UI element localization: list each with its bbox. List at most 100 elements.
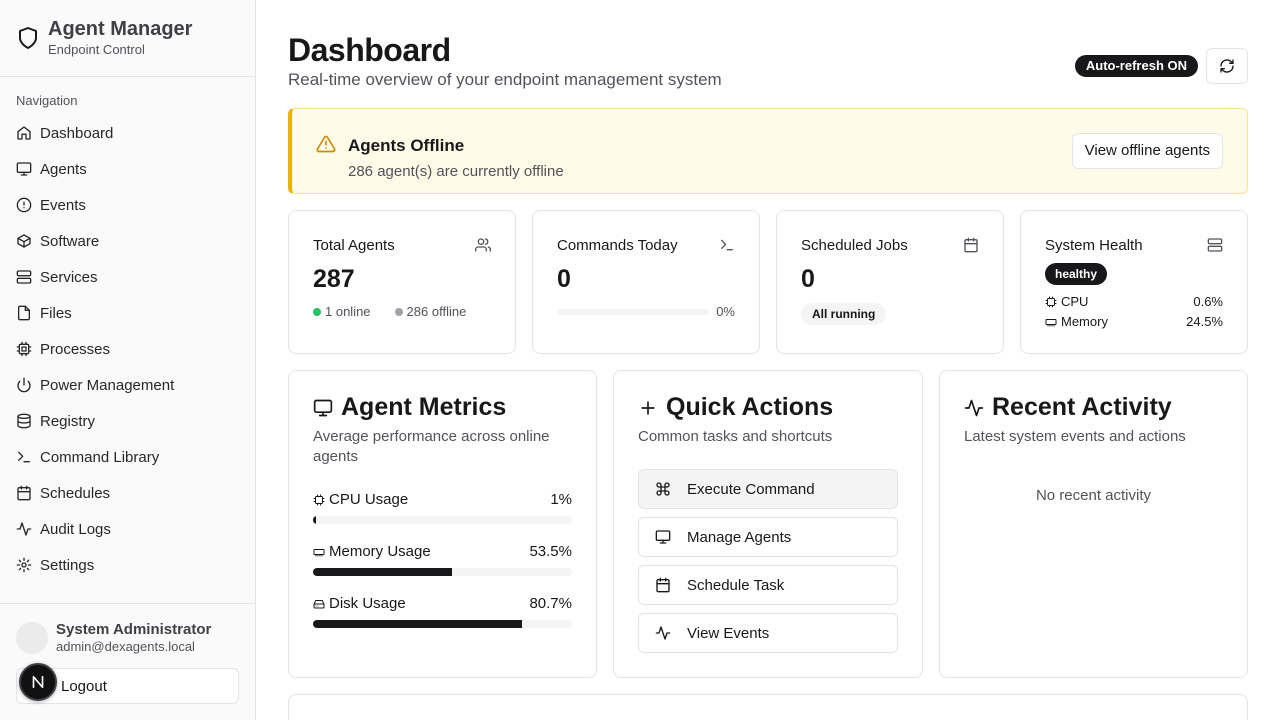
metric-label: Disk Usage	[329, 595, 406, 612]
stat-value: 287	[313, 265, 355, 293]
panel-header: Agent Metrics	[313, 393, 506, 422]
offline-dot	[394, 308, 403, 316]
sidebar-item-events[interactable]: Events	[8, 187, 248, 223]
power-icon	[17, 377, 31, 393]
sidebar-item-files[interactable]: Files	[8, 295, 248, 331]
refresh-button[interactable]	[1206, 48, 1248, 84]
users-icon	[475, 238, 491, 252]
quick-action-label: Schedule Task	[687, 576, 785, 594]
sidebar-item-label: Audit Logs	[40, 520, 111, 538]
scheduled-jobs-card: Scheduled Jobs 0 All running	[776, 210, 1004, 354]
panel-title: Recent Activity	[992, 393, 1172, 421]
panel-title: Quick Actions	[666, 393, 834, 421]
view-events-button[interactable]: View Events	[638, 613, 898, 653]
commands-percent: 0%	[716, 304, 735, 319]
sidebar-item-software[interactable]: Software	[8, 223, 248, 259]
cpu-usage-fill	[313, 516, 316, 524]
health-status-badge: healthy	[1045, 263, 1108, 285]
memory-usage-metric: Memory Usage 53.5%	[313, 543, 572, 576]
sidebar-item-agents[interactable]: Agents	[8, 151, 248, 187]
commands-today-card: Commands Today 0 0%	[532, 210, 760, 354]
sidebar-footer: System Administrator admin@dexagents.loc…	[0, 603, 255, 720]
next-logo-icon	[32, 675, 44, 689]
disk-usage-fill	[313, 620, 522, 628]
alert-description: 286 agent(s) are currently offline	[348, 163, 564, 180]
sidebar: Agent Manager Endpoint Control Navigatio…	[0, 0, 256, 720]
metric-label: CPU Usage	[329, 491, 409, 508]
refresh-icon	[1220, 59, 1234, 73]
user-info: System Administrator admin@dexagents.loc…	[16, 621, 211, 655]
view-offline-agents-button[interactable]: View offline agents	[1071, 133, 1223, 169]
server-icon	[16, 270, 32, 284]
metric-label: Memory Usage	[329, 543, 431, 560]
bottom-card	[288, 694, 1248, 720]
logout-label: Logout	[61, 677, 107, 695]
sidebar-item-label: Services	[40, 268, 98, 286]
calendar-icon	[656, 577, 670, 593]
sidebar-item-label: Processes	[40, 340, 111, 358]
schedule-task-button[interactable]: Schedule Task	[638, 565, 898, 605]
home-icon	[17, 126, 31, 140]
stat-value: 0	[557, 265, 571, 293]
panel-subtitle: Latest system events and actions	[964, 428, 1186, 445]
activity-icon	[16, 522, 32, 536]
memory-icon	[313, 548, 325, 556]
cpu-icon	[1045, 296, 1057, 307]
metric-value: 53.5%	[529, 543, 572, 560]
brand[interactable]: Agent Manager Endpoint Control	[0, 0, 255, 77]
sidebar-item-settings[interactable]: Settings	[8, 547, 248, 583]
sidebar-item-label: Power Management	[40, 376, 175, 394]
sidebar-item-registry[interactable]: Registry	[8, 403, 248, 439]
total-agents-card: Total Agents 287 1 online 286 offline	[288, 210, 516, 354]
activity-icon	[964, 399, 984, 416]
sidebar-item-label: Files	[40, 304, 72, 322]
health-cpu-row: CPU 0.6%	[1045, 294, 1223, 309]
sidebar-item-schedules[interactable]: Schedules	[8, 475, 248, 511]
commands-progress-bar	[557, 309, 708, 315]
agent-status-legend: 1 online 286 offline	[313, 304, 466, 319]
sidebar-item-audit-logs[interactable]: Audit Logs	[8, 511, 248, 547]
sidebar-item-label: Events	[40, 196, 86, 214]
nav-label: Navigation	[16, 93, 78, 108]
user-name: System Administrator	[56, 621, 212, 638]
sidebar-item-label: Command Library	[40, 448, 160, 466]
auto-refresh-badge[interactable]: Auto-refresh ON	[1074, 55, 1198, 77]
sidebar-item-power-management[interactable]: Power Management	[8, 367, 248, 403]
agent-metrics-panel: Agent Metrics Average performance across…	[288, 370, 597, 678]
sidebar-item-processes[interactable]: Processes	[8, 331, 248, 367]
sidebar-item-command-library[interactable]: Command Library	[8, 439, 248, 475]
database-icon	[17, 413, 31, 429]
health-memory-label: Memory	[1061, 314, 1108, 329]
stat-title: Commands Today	[557, 237, 678, 254]
cpu-usage-metric: CPU Usage 1%	[313, 491, 572, 524]
manage-agents-button[interactable]: Manage Agents	[638, 517, 898, 557]
monitor-icon	[313, 399, 333, 416]
stat-title: Total Agents	[313, 237, 395, 254]
quick-actions-panel: Quick Actions Common tasks and shortcuts…	[613, 370, 923, 678]
sidebar-item-label: Agents	[40, 160, 87, 178]
health-cpu-value: 0.6%	[1193, 294, 1223, 309]
sidebar-nav: Dashboard Agents Events Software Service…	[8, 115, 248, 583]
brand-subtitle: Endpoint Control	[48, 42, 145, 57]
package-icon	[17, 234, 31, 248]
sidebar-item-dashboard[interactable]: Dashboard	[8, 115, 248, 151]
next-logo-button[interactable]	[19, 663, 57, 701]
sidebar-item-services[interactable]: Services	[8, 259, 248, 295]
hard-drive-icon	[313, 599, 325, 608]
offline-alert: Agents Offline 286 agent(s) are currentl…	[288, 108, 1248, 194]
offline-count: 286 offline	[406, 304, 467, 319]
memory-icon	[1045, 318, 1057, 326]
brand-title: Agent Manager	[48, 18, 193, 40]
execute-command-button[interactable]: Execute Command	[638, 469, 898, 509]
memory-usage-fill	[313, 568, 452, 576]
alert-circle-icon	[16, 197, 32, 213]
alert-title: Agents Offline	[348, 136, 465, 155]
panel-subtitle: Common tasks and shortcuts	[638, 428, 833, 445]
page-title: Dashboard	[288, 32, 451, 68]
stat-title: System Health	[1045, 237, 1143, 254]
panel-title: Agent Metrics	[341, 393, 507, 421]
command-icon	[656, 482, 670, 496]
sidebar-item-label: Dashboard	[40, 124, 114, 142]
cpu-usage-bar	[313, 516, 572, 524]
sidebar-item-label: Settings	[40, 556, 95, 574]
